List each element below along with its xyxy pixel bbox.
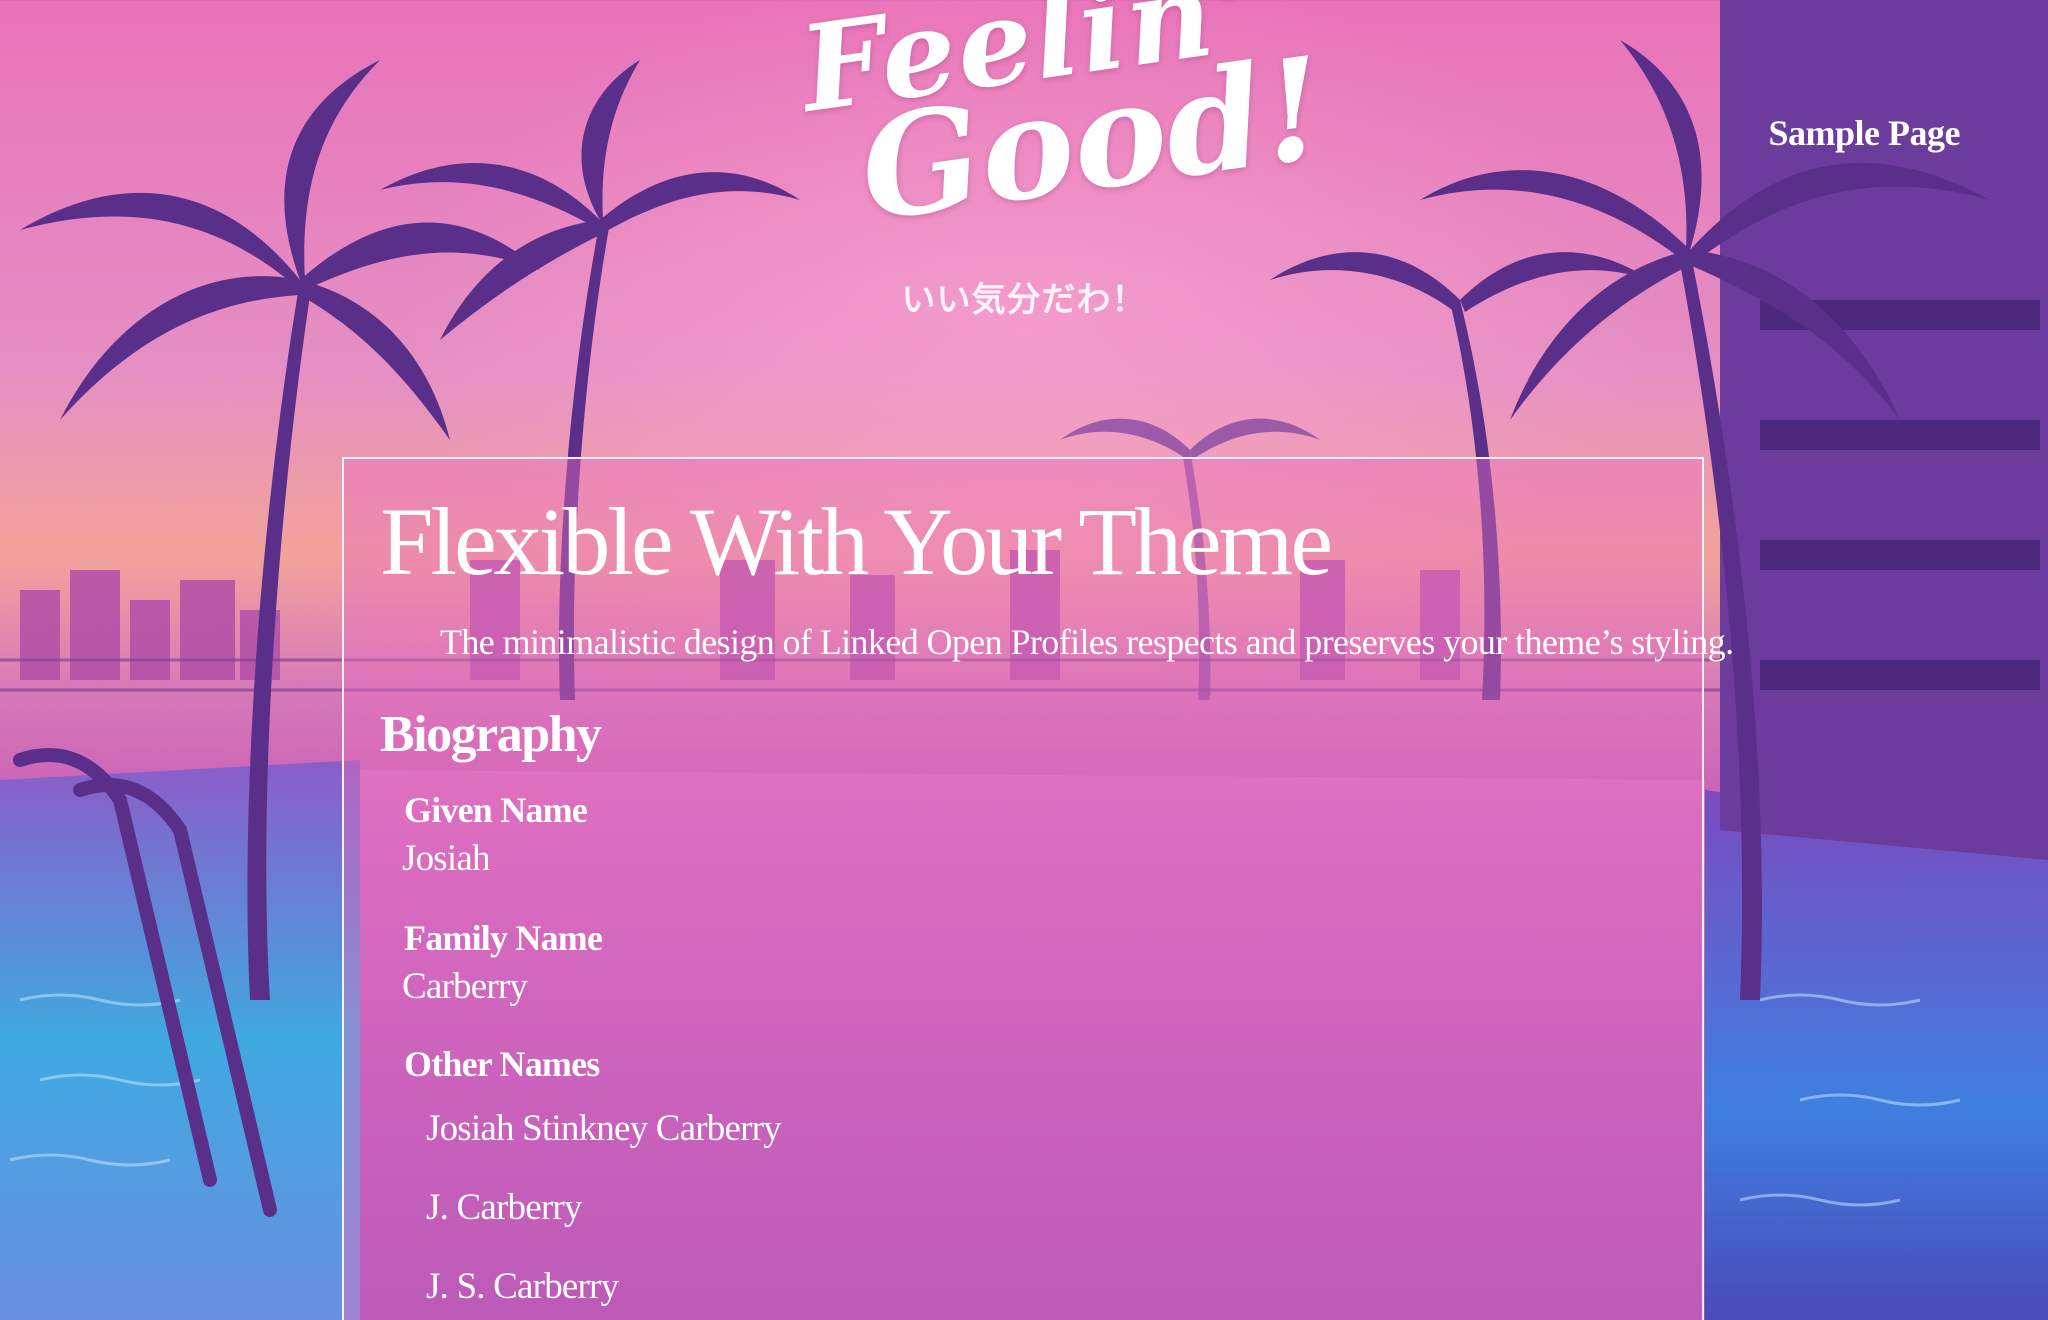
other-names-label: Other Names (404, 1044, 600, 1084)
intro-paragraph: The minimalistic design of Linked Open P… (440, 622, 1734, 662)
pool-water-left (0, 760, 360, 1320)
given-name-label: Given Name (404, 790, 588, 830)
content-panel: Flexible With Your Theme The minimalisti… (342, 457, 1734, 1320)
page-title: Flexible With Your Theme (380, 488, 1333, 595)
nav-link-sample-page[interactable]: Sample Page (1769, 112, 1961, 154)
site-tagline: いい気分だわ！ (901, 280, 1147, 320)
pool-water-right (1705, 790, 2048, 1320)
site-logo[interactable]: Feelin' Good! (780, 0, 1334, 270)
pool-ladder (13, 748, 277, 1217)
given-name-value: Josiah (402, 838, 491, 879)
family-name-label: Family Name (404, 918, 603, 958)
list-item: Josiah Stinkney Carberry (426, 1108, 782, 1149)
list-item: J. S. Carberry (426, 1266, 619, 1307)
list-item: J. Carberry (426, 1187, 582, 1228)
section-heading-biography: Biography (380, 706, 602, 763)
family-name-value: Carberry (402, 966, 528, 1007)
